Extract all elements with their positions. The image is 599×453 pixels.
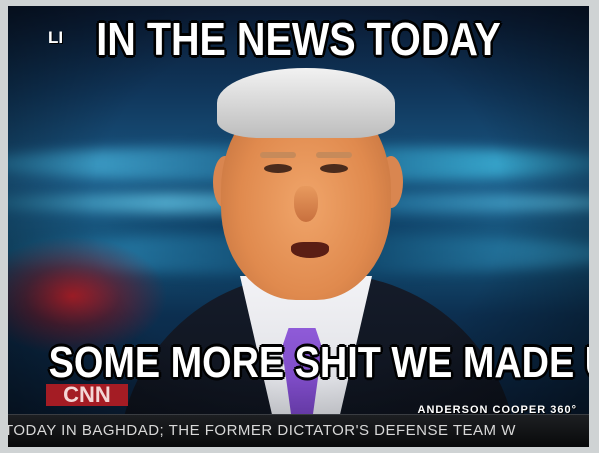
meme-top-caption: IN THE NEWS TODAY <box>96 13 501 65</box>
anchor-nose <box>294 186 318 222</box>
ticker-text: TODAY IN BAGHDAD; THE FORMER DICTATOR'S … <box>8 422 516 439</box>
news-ticker: TODAY IN BAGHDAD; THE FORMER DICTATOR'S … <box>8 414 589 447</box>
anchor-hair <box>217 68 395 138</box>
anchor-eyebrow <box>260 152 296 158</box>
anchor-mouth <box>291 242 329 258</box>
meme-image: LI IN THE NEWS TODAY CNN SOME MORE SHIT … <box>8 6 589 447</box>
meme-bottom-caption: SOME MORE SHIT WE MADE UP <box>48 338 589 387</box>
anchor-eyebrow <box>316 152 352 158</box>
anchor-eye <box>264 164 292 173</box>
anchor-eye <box>320 164 348 173</box>
